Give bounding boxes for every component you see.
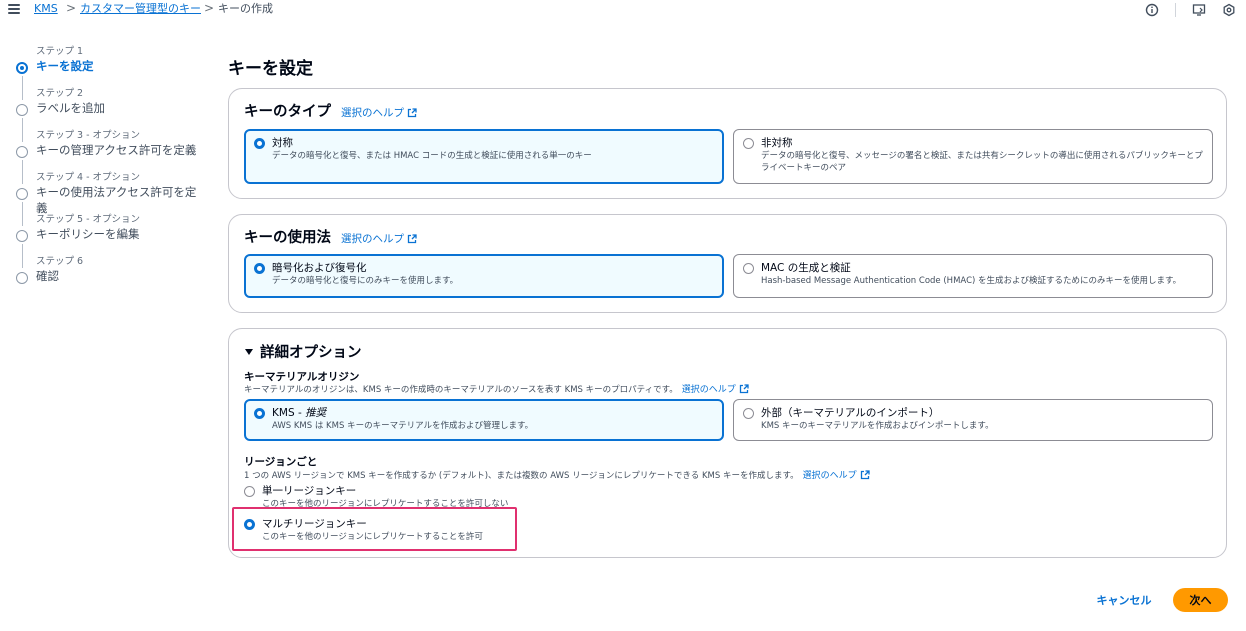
step-2[interactable]: ステップ 2 ラベルを追加: [16, 88, 206, 142]
annotation-highlight-box: [232, 507, 517, 551]
advanced-options-title: 詳細オプション: [260, 345, 362, 361]
radio-selected-icon: [254, 408, 265, 419]
option-label: 単一リージョンキー: [262, 485, 357, 497]
origin-help-link[interactable]: 選択のヘルプ: [682, 382, 749, 395]
step-6[interactable]: ステップ 6 確認: [16, 256, 206, 298]
step-indicator-icon: [16, 188, 28, 200]
step-3[interactable]: ステップ 3 - オプション キーの管理アクセス許可を定義: [16, 130, 206, 184]
settings-icon[interactable]: [1222, 3, 1236, 17]
step-4[interactable]: ステップ 4 - オプション キーの使用法アクセス許可を定義: [16, 172, 206, 226]
region-description-row: 1 つの AWS リージョンで KMS キーを作成するか (デフォルト)、または…: [244, 468, 870, 481]
info-icon[interactable]: [1145, 3, 1159, 17]
step-indicator-icon: [16, 272, 28, 284]
radio-selected-icon: [254, 263, 265, 274]
step-name: キーの使用法アクセス許可を定義: [36, 185, 197, 215]
step-name: キーの管理アクセス許可を定義: [36, 143, 197, 157]
origin-kms-tile[interactable]: KMS - 推奨 AWS KMS は KMS キーのキーマテリアルを作成および管…: [244, 399, 724, 441]
radio-selected-icon: [254, 138, 265, 149]
option-label: 外部（キーマテリアルのインポート）: [761, 407, 940, 419]
step-name: ラベルを追加: [36, 101, 105, 115]
option-description: Hash-based Message Authentication Code (…: [761, 276, 1182, 286]
option-label: MAC の生成と検証: [761, 262, 851, 274]
option-label: 非対称: [761, 137, 793, 149]
external-link-icon: [739, 383, 749, 393]
screen-feedback-icon[interactable]: [1192, 3, 1206, 17]
step-number: ステップ 6: [36, 256, 84, 267]
breadcrumb-kms[interactable]: KMS: [34, 2, 58, 16]
origin-external-tile[interactable]: 外部（キーマテリアルのインポート） KMS キーのキーマテリアルを作成およびイン…: [733, 399, 1213, 441]
breadcrumb-separator: >: [66, 1, 77, 15]
region-label: リージョンごと: [244, 456, 318, 468]
breadcrumb-customer-managed-keys[interactable]: カスタマー管理型のキー: [80, 2, 201, 16]
step-indicator-icon: [16, 230, 28, 242]
step-1[interactable]: ステップ 1 キーを設定: [16, 46, 206, 100]
step-indicator-icon: [16, 146, 28, 158]
step-name: 確認: [36, 269, 59, 283]
help-label: 選択のヘルプ: [802, 471, 857, 481]
option-description: データの暗号化と復号にのみキーを使用します。: [272, 276, 459, 286]
origin-description-row: キーマテリアルのオリジンは、KMS キーの作成時のキーマテリアルのソースを表す …: [244, 382, 749, 395]
step-name: キーを設定: [36, 59, 94, 73]
step-name: キーポリシーを編集: [36, 227, 140, 241]
page-title: キーを設定: [228, 59, 313, 79]
radio-unselected-icon: [244, 486, 255, 497]
key-usage-container: キーの使用法 選択のヘルプ 暗号化および復号化 データの暗号化と復号にのみキーを…: [228, 214, 1227, 313]
step-indicator-icon: [16, 104, 28, 116]
option-label-text: KMS -: [272, 407, 306, 419]
radio-unselected-icon: [743, 263, 754, 274]
region-description: 1 つの AWS リージョンで KMS キーを作成するか (デフォルト)、または…: [244, 470, 799, 481]
option-label: KMS - 推奨: [272, 406, 715, 420]
step-5[interactable]: ステップ 5 - オプション キーポリシーを編集: [16, 214, 206, 268]
advanced-options-toggle[interactable]: 詳細オプション: [244, 341, 362, 362]
help-label: 選択のヘルプ: [681, 385, 736, 395]
top-bar: KMS > カスタマー管理型のキー > キーの作成: [0, 0, 1246, 20]
option-description: KMS キーのキーマテリアルを作成およびインポートします。: [761, 421, 994, 431]
external-link-icon: [860, 469, 870, 479]
caret-down-icon: [245, 349, 253, 355]
step-number: ステップ 3 - オプション: [36, 130, 141, 141]
key-type-asymmetric-tile[interactable]: 非対称 データの暗号化と復号、メッセージの署名と検証、または共有シークレットの導…: [733, 129, 1213, 184]
option-label: 対称: [272, 137, 293, 149]
help-label: 選択のヘルプ: [341, 107, 404, 119]
help-label: 選択のヘルプ: [341, 233, 404, 245]
key-type-container: キーのタイプ 選択のヘルプ 対称 データの暗号化と復号、または HMAC コード…: [228, 88, 1227, 199]
option-label: 暗号化および復号化: [272, 262, 367, 274]
key-usage-encrypt-decrypt-tile[interactable]: 暗号化および復号化 データの暗号化と復号にのみキーを使用します。: [244, 254, 724, 298]
next-button[interactable]: 次へ: [1173, 588, 1228, 612]
key-usage-title: キーの使用法: [244, 230, 331, 246]
radio-unselected-icon: [743, 138, 754, 149]
breadcrumb-current: キーの作成: [218, 2, 273, 15]
radio-unselected-icon: [743, 408, 754, 419]
key-type-symmetric-tile[interactable]: 対称 データの暗号化と復号、または HMAC コードの生成と検証に使用される単一…: [244, 129, 724, 184]
step-number: ステップ 1: [36, 46, 84, 57]
wizard-steps: ステップ 1 キーを設定 ステップ 2 ラベルを追加 ステップ 3 - オプショ…: [16, 46, 206, 298]
option-description: データの暗号化と復号、または HMAC コードの生成と検証に使用される単一のキー: [272, 151, 592, 161]
top-divider: [1175, 3, 1176, 17]
key-type-title: キーのタイプ: [244, 104, 331, 120]
breadcrumb-separator: >: [204, 1, 215, 15]
step-indicator-icon: [16, 62, 28, 74]
key-usage-mac-tile[interactable]: MAC の生成と検証 Hash-based Message Authentica…: [733, 254, 1213, 298]
option-description: データの暗号化と復号、メッセージの署名と検証、または共有シークレットの導出に使用…: [761, 151, 1203, 173]
step-number: ステップ 5 - オプション: [36, 214, 141, 225]
key-usage-help-link[interactable]: 選択のヘルプ: [341, 231, 417, 246]
external-link-icon: [407, 233, 417, 243]
recommended-label: 推奨: [305, 407, 327, 419]
hamburger-menu-icon[interactable]: [8, 3, 20, 15]
step-number: ステップ 4 - オプション: [36, 172, 141, 183]
step-number: ステップ 2: [36, 88, 84, 99]
external-link-icon: [407, 107, 417, 117]
key-type-help-link[interactable]: 選択のヘルプ: [341, 105, 417, 120]
origin-description: キーマテリアルのオリジンは、KMS キーの作成時のキーマテリアルのソースを表す …: [244, 384, 678, 395]
region-help-link[interactable]: 選択のヘルプ: [803, 468, 870, 481]
cancel-button[interactable]: キャンセル: [1088, 588, 1160, 612]
option-description: AWS KMS は KMS キーのキーマテリアルを作成および管理します。: [272, 421, 534, 431]
